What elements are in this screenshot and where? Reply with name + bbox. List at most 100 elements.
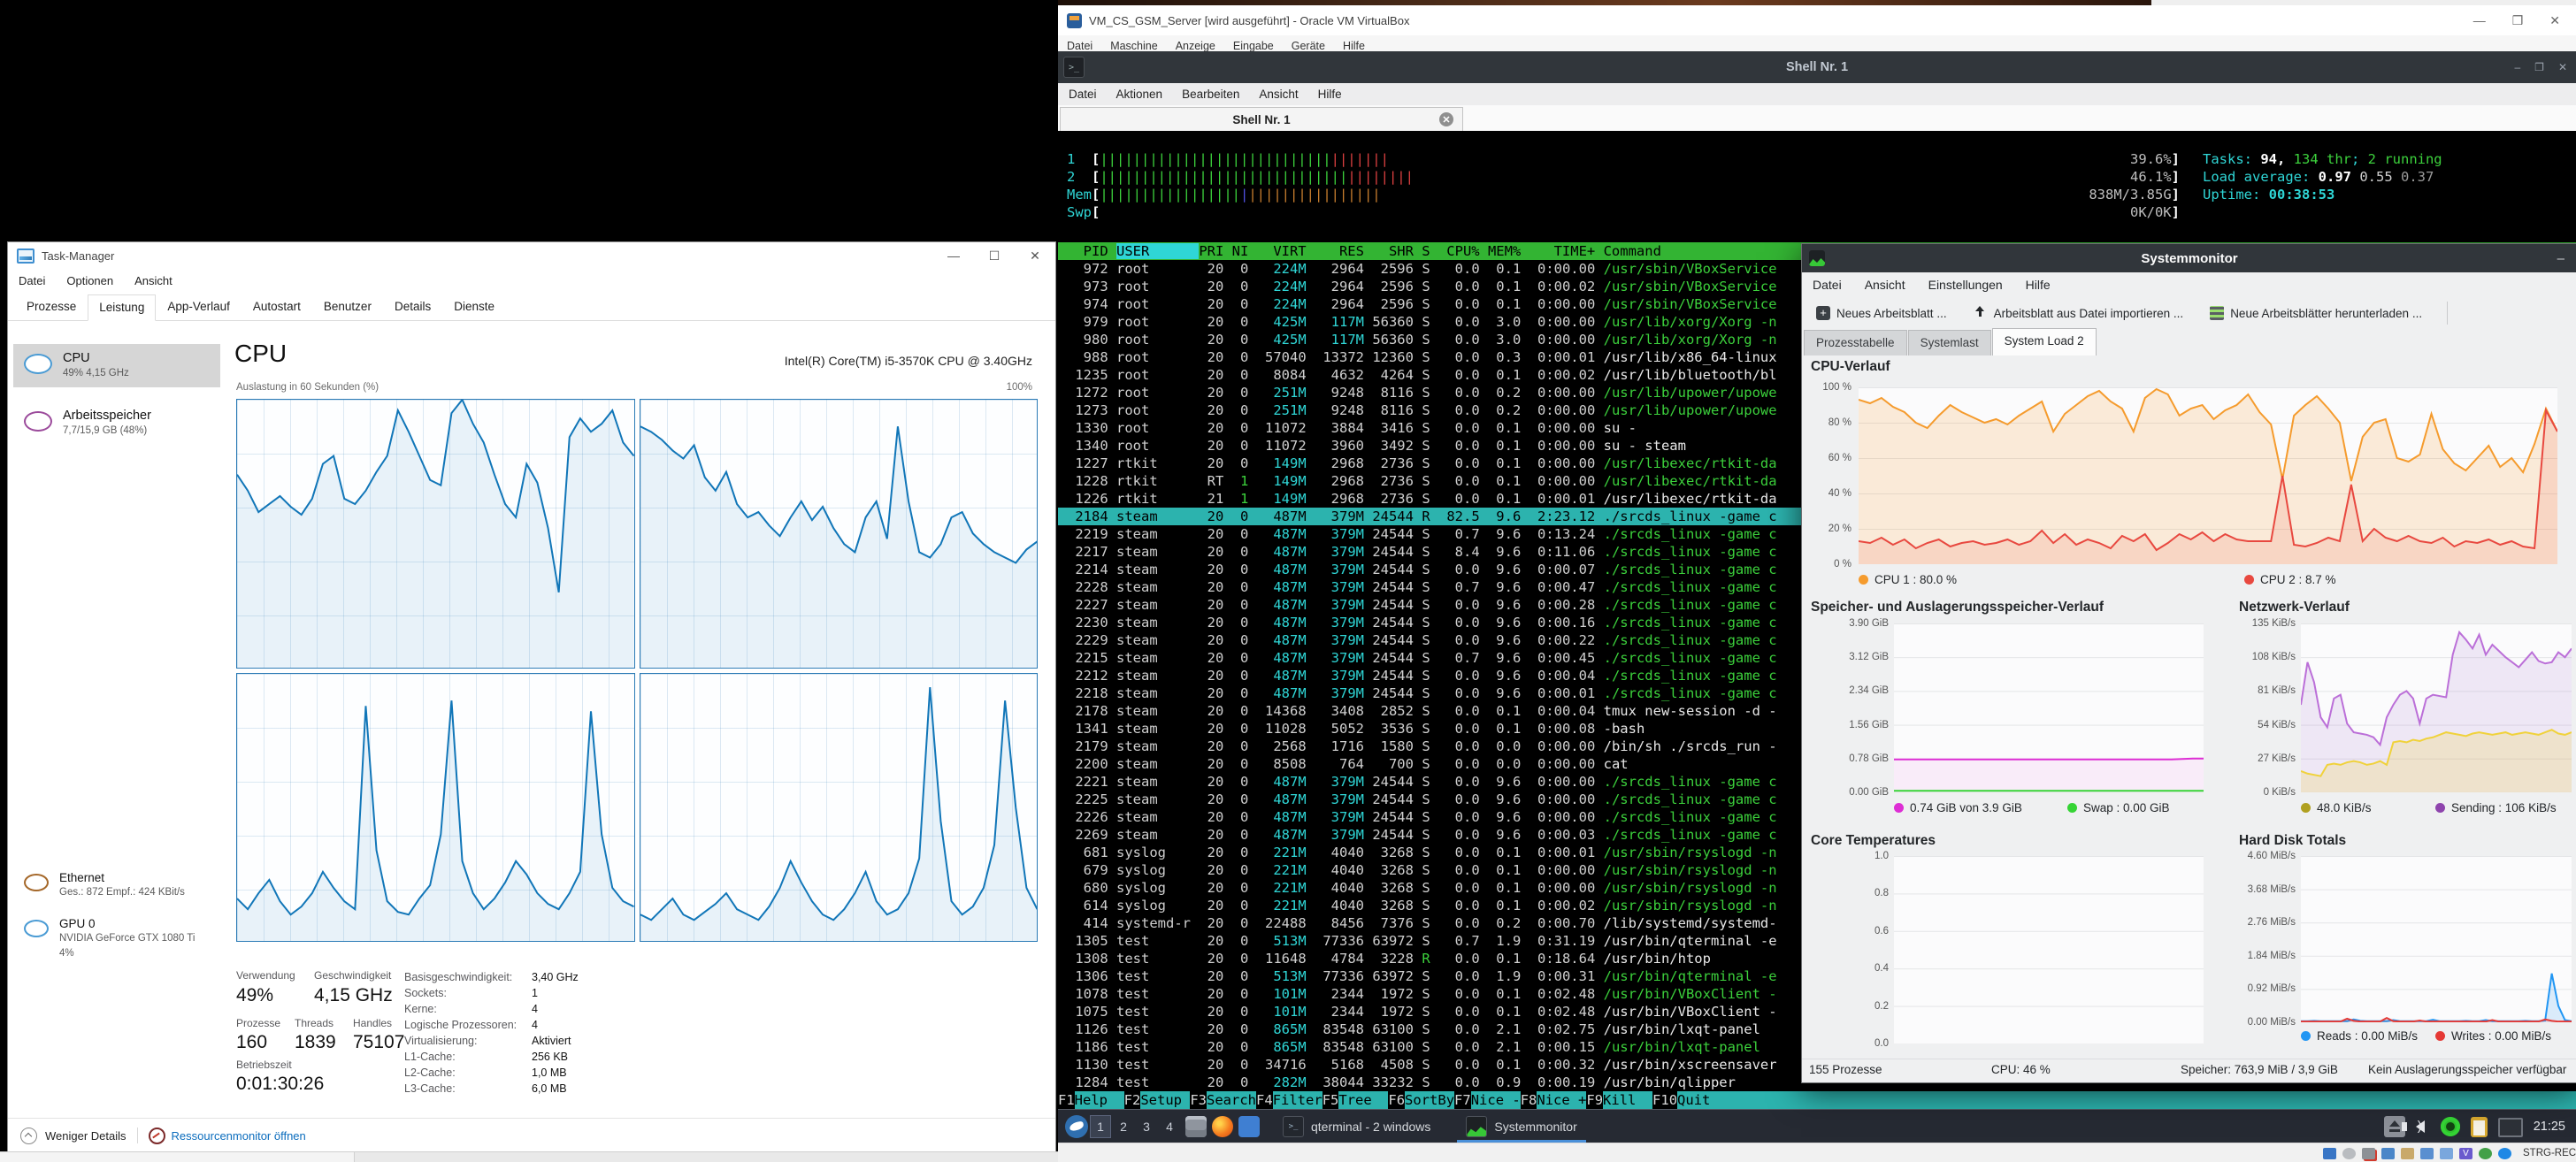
minimize-button[interactable]: –: [2557, 251, 2576, 266]
file-manager-icon[interactable]: [1185, 1116, 1207, 1137]
menu-datei[interactable]: Datei: [19, 274, 45, 287]
systemmonitor-titlebar[interactable]: Systemmonitor –: [1802, 244, 2576, 272]
sidebar-item-ethernet[interactable]: Ethernet Ges.: 872 Empf.: 424 KBit/s: [13, 864, 220, 906]
host-key-label: STRG-RECHTS: [2523, 1148, 2576, 1158]
weniger-details-button[interactable]: Weniger Details: [45, 1129, 126, 1143]
virtualbox-icon: [1067, 13, 1082, 28]
menu-ansicht[interactable]: Ansicht: [1865, 278, 1905, 292]
menu-optionen[interactable]: Optionen: [66, 274, 113, 287]
clock[interactable]: 21:25: [2534, 1120, 2565, 1134]
tab-systemlast[interactable]: Systemlast: [1908, 330, 1991, 355]
workspace-2[interactable]: 2: [1113, 1115, 1134, 1138]
menu-ansicht[interactable]: Ansicht: [1259, 88, 1298, 101]
optical-disk-status-icon[interactable]: [2342, 1148, 2356, 1159]
sidebar-item-cpu[interactable]: CPU 49% 4,15 GHz: [13, 344, 220, 387]
menu-hilfe[interactable]: Hilfe: [1343, 40, 1365, 52]
legend-swap: Swap : 0.00 GiB: [2067, 801, 2170, 814]
core-temps-y-axis: 1.00.80.60.40.20.0: [1852, 856, 1889, 1044]
taskmanager-titlebar[interactable]: Task-Manager — ☐ ✕: [8, 242, 1055, 269]
close-button[interactable]: ✕: [1015, 242, 1055, 269]
clipboard-icon[interactable]: [2471, 1117, 2488, 1137]
host-taskbar[interactable]: [0, 1151, 1058, 1162]
qterminal-menubar: Datei Aktionen Bearbeiten Ansicht Hilfe: [1058, 83, 2576, 106]
new-worksheet-button[interactable]: + Neues Arbeitsblatt ...: [1809, 302, 1954, 324]
tab-close-icon[interactable]: ✕: [1439, 112, 1453, 126]
start-menu-icon[interactable]: [1065, 1115, 1088, 1138]
ressourcenmonitor-link[interactable]: Ressourcenmonitor öffnen: [172, 1129, 306, 1143]
minimize-button[interactable]: —: [2473, 13, 2486, 28]
mouse-integration-icon[interactable]: [2479, 1148, 2492, 1159]
menu-bearbeiten[interactable]: Bearbeiten: [1182, 88, 1239, 101]
workspace-3[interactable]: 3: [1136, 1115, 1157, 1138]
autoresize-icon[interactable]: [2498, 1148, 2511, 1159]
screenshot-tool-icon[interactable]: [2441, 1117, 2460, 1136]
detail-value: Aktiviert: [532, 1035, 571, 1047]
files-icon[interactable]: [1238, 1116, 1260, 1137]
menu-datei[interactable]: Datei: [1069, 88, 1097, 101]
restore-button[interactable]: ❐: [2534, 61, 2544, 73]
harddisk-status-icon[interactable]: [2323, 1148, 2336, 1159]
tab-app-verlauf[interactable]: App-Verlauf: [156, 294, 242, 320]
swap-legend-dot: [2067, 803, 2077, 813]
minimize-button[interactable]: —: [933, 242, 974, 269]
usb-status-icon[interactable]: [2381, 1148, 2395, 1159]
tab-prozesstabelle[interactable]: Prozesstabelle: [1804, 330, 1907, 355]
terminal-tab[interactable]: Shell Nr. 1 ✕: [1060, 107, 1463, 131]
htop-function-bar[interactable]: F1Help F2Setup F3SearchF4FilterF5Tree F6…: [1058, 1091, 2576, 1109]
htop-meter: 1 [|||||||||||||||||||||||||||||||||||39…: [1067, 150, 2180, 168]
workspace-4[interactable]: 4: [1159, 1115, 1180, 1138]
display-icon[interactable]: [2498, 1118, 2523, 1137]
maximize-button[interactable]: ❒: [2512, 13, 2524, 28]
menu-eingabe[interactable]: Eingabe: [1233, 40, 1274, 52]
tab-autostart[interactable]: Autostart: [242, 294, 312, 320]
tab-benutzer[interactable]: Benutzer: [312, 294, 383, 320]
menu-datei[interactable]: Datei: [1813, 278, 1842, 292]
detail-label: Logische Prozessoren:: [404, 1019, 537, 1031]
menu-aktionen[interactable]: Aktionen: [1116, 88, 1163, 101]
menu-geraete[interactable]: Geräte: [1292, 40, 1325, 52]
workspace-1[interactable]: 1: [1090, 1115, 1111, 1138]
minimize-button[interactable]: –: [2514, 61, 2520, 73]
menu-hilfe[interactable]: Hilfe: [1318, 88, 1342, 101]
legend-sending: Sending : 106 KiB/s: [2435, 801, 2557, 814]
menu-einstellungen[interactable]: Einstellungen: [1928, 278, 2003, 292]
tab-prozesse[interactable]: Prozesse: [15, 294, 88, 320]
section-title-network: Netzwerk-Verlauf: [2239, 600, 2350, 615]
memory-y-axis: 3.90 GiB3.12 GiB2.34 GiB1.56 GiB0.78 GiB…: [1834, 623, 1889, 792]
shared-folder-status-icon[interactable]: [2401, 1148, 2414, 1159]
handles-label: Handles: [353, 1017, 392, 1029]
firefox-icon[interactable]: [1212, 1116, 1233, 1137]
menu-maschine[interactable]: Maschine: [1110, 40, 1158, 52]
close-button[interactable]: ✕: [2558, 61, 2567, 73]
taskbar-button-qterminal[interactable]: >_ qterminal - 2 windows: [1270, 1111, 1443, 1143]
import-worksheet-button[interactable]: Arbeitsblatt aus Datei importieren ...: [1966, 302, 2191, 324]
menu-datei[interactable]: Datei: [1067, 40, 1092, 52]
windows-status-icon[interactable]: [2440, 1148, 2453, 1159]
display-status-icon[interactable]: [2420, 1148, 2434, 1159]
axis-tick-label: 40 %: [1828, 488, 1852, 499]
menu-hilfe[interactable]: Hilfe: [2026, 278, 2051, 292]
tab-system-load-2[interactable]: System Load 2: [1992, 328, 2097, 355]
detail-value: 4: [532, 1003, 538, 1015]
core-temps-chart: [1894, 856, 2204, 1044]
download-worksheets-button[interactable]: Neue Arbeitsblätter herunterladen ...: [2203, 302, 2429, 324]
qterminal-tabbar: Shell Nr. 1 ✕: [1058, 105, 2576, 132]
tab-leistung[interactable]: Leistung: [88, 294, 156, 321]
close-button[interactable]: ✕: [2549, 13, 2560, 28]
tab-details[interactable]: Details: [383, 294, 442, 320]
virtualbox-titlebar[interactable]: VM_CS_GSM_Server [wird ausgeführt] - Ora…: [1058, 5, 2576, 35]
maximize-button[interactable]: ☐: [974, 242, 1015, 269]
axis-tick-label: 0.8: [1874, 888, 1889, 898]
swap-availability: Kein Auslagerungsspeicher verfügbar: [2368, 1063, 2566, 1076]
menu-anzeige[interactable]: Anzeige: [1176, 40, 1215, 52]
volume-icon[interactable]: [2416, 1120, 2425, 1133]
sidebar-item-arbeitsspeicher[interactable]: Arbeitsspeicher 7,7/15,9 GB (48%): [13, 401, 220, 445]
qterminal-titlebar[interactable]: >_ Shell Nr. 1 – ❐ ✕: [1058, 51, 2576, 83]
taskbar-button-systemmonitor[interactable]: Systemmonitor: [1453, 1111, 1589, 1143]
sidebar-item-gpu[interactable]: GPU 0 NVIDIA GeForce GTX 1080 Ti 4%: [13, 910, 220, 967]
menu-ansicht[interactable]: Ansicht: [134, 274, 172, 287]
vbox-feature-icon[interactable]: V: [2459, 1148, 2472, 1159]
network-status-icon[interactable]: [2362, 1148, 2375, 1159]
tab-dienste[interactable]: Dienste: [442, 294, 506, 320]
cpu-core-chart-1: [640, 399, 1039, 669]
